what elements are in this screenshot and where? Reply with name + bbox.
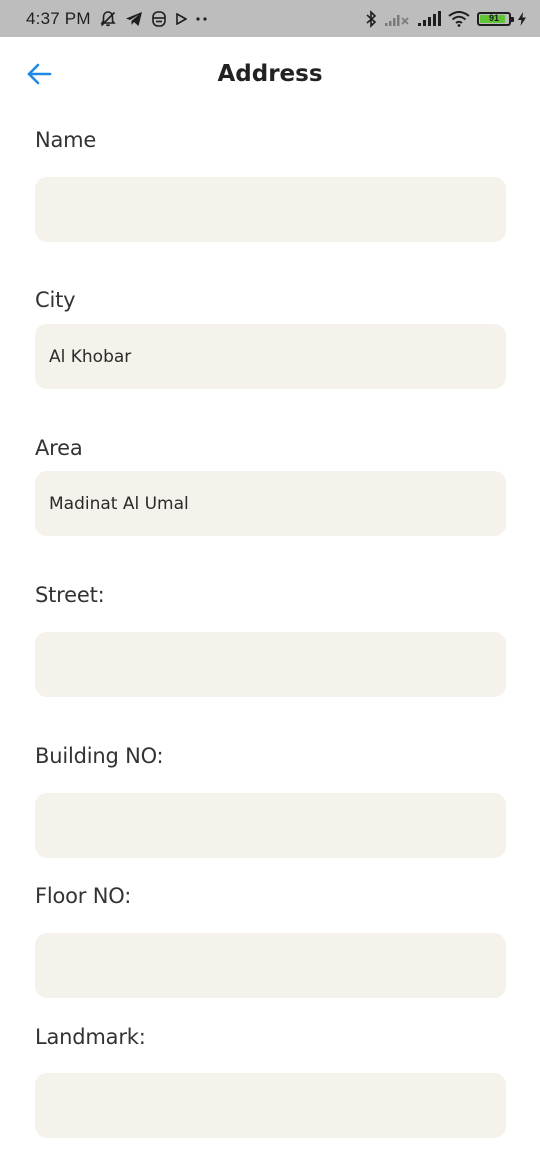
- status-time: 4:37 PM: [26, 8, 91, 28]
- building-no-field[interactable]: [35, 793, 506, 858]
- street-field[interactable]: [35, 632, 506, 697]
- charging-bolt-icon: [518, 9, 526, 29]
- telegram-icon: [125, 9, 143, 29]
- app-notification-icon: [151, 9, 167, 29]
- street-label: Street:: [35, 583, 105, 607]
- page-title: Address: [217, 61, 323, 87]
- signal-no-service-icon: [384, 9, 410, 29]
- city-label: City: [35, 288, 76, 312]
- battery-icon: 91: [477, 11, 514, 26]
- app-header: Address: [0, 37, 540, 117]
- status-bar: 4:37 PM 91: [0, 0, 540, 37]
- landmark-field[interactable]: [35, 1073, 506, 1138]
- building-no-label: Building NO:: [35, 744, 164, 768]
- floor-no-field[interactable]: [35, 933, 506, 998]
- area-label: Area: [35, 436, 83, 460]
- wifi-icon: [448, 9, 470, 29]
- name-label: Name: [35, 128, 97, 152]
- name-field[interactable]: [35, 177, 506, 242]
- more-dots-icon: [195, 9, 209, 29]
- bell-off-icon: [99, 9, 117, 29]
- play-icon: [175, 9, 187, 29]
- landmark-label: Landmark:: [35, 1025, 146, 1049]
- bluetooth-icon: [365, 9, 377, 29]
- area-field[interactable]: Madinat Al Umal: [35, 471, 506, 536]
- floor-no-label: Floor NO:: [35, 884, 132, 908]
- battery-percent: 91: [488, 13, 499, 23]
- signal-bars-icon: [417, 9, 441, 29]
- city-field[interactable]: Al Khobar: [35, 324, 506, 389]
